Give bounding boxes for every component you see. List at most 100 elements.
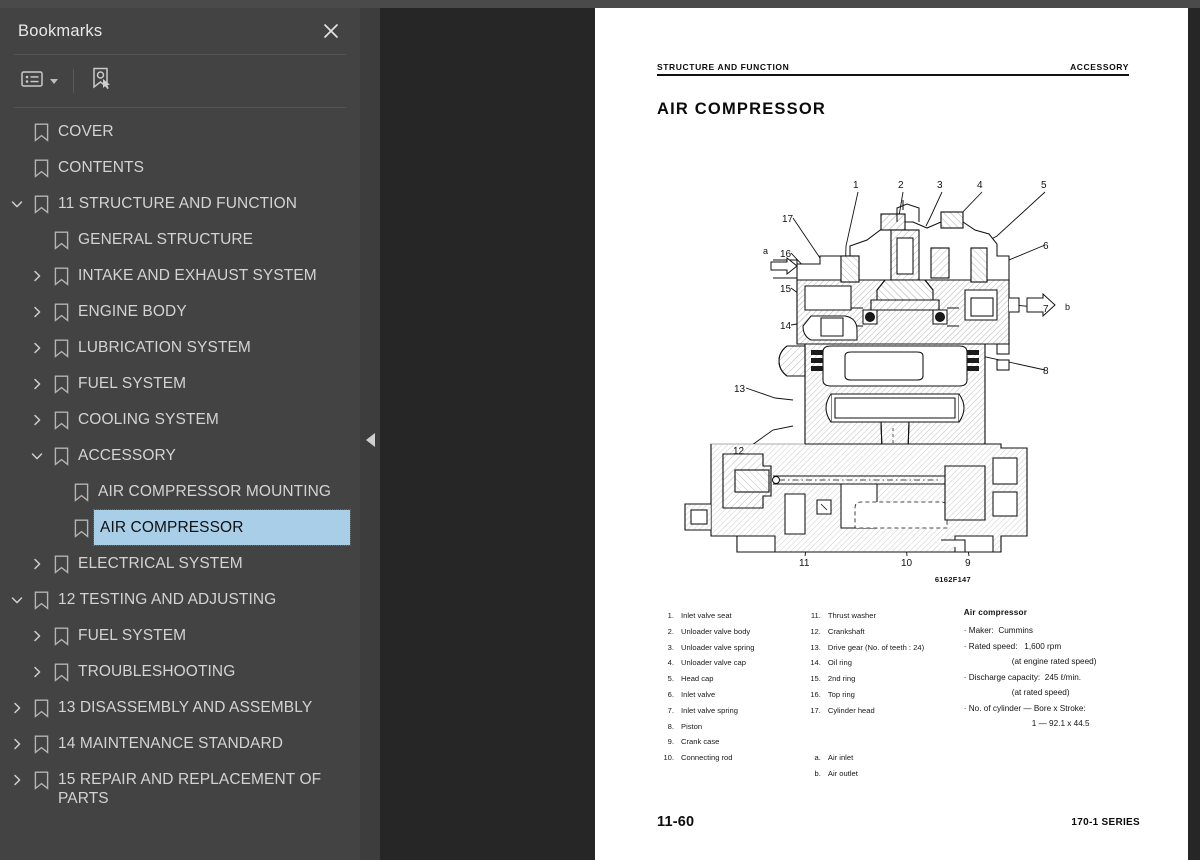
chevron-right-icon[interactable] <box>26 366 48 402</box>
bookmark-item-electrical-system[interactable]: ELECTRICAL SYSTEM <box>0 546 360 582</box>
svg-text:9: 9 <box>965 558 971 569</box>
bookmark-item-15-repair-and-replacement-of-parts[interactable]: 15 REPAIR AND REPLACEMENT OF PARTS <box>0 762 360 816</box>
bookmark-list-options-button[interactable] <box>18 67 61 96</box>
chevron-right-icon[interactable] <box>26 618 48 654</box>
legend-index: 8. <box>667 721 674 731</box>
svg-text:8: 8 <box>1043 366 1049 377</box>
bookmark-item-label: 15 REPAIR AND REPLACEMENT OF PARTS <box>58 771 322 807</box>
bookmarks-panel-title: Bookmarks <box>18 21 103 40</box>
legend-index: 9. <box>667 737 674 747</box>
bookmark-item-label: ELECTRICAL SYSTEM <box>78 555 243 572</box>
svg-text:15: 15 <box>780 284 792 295</box>
chevron-down-icon[interactable] <box>6 582 28 618</box>
document-viewer-canvas[interactable]: STRUCTURE AND FUNCTION ACCESSORY AIR COM… <box>380 8 1200 860</box>
chevron-right-icon[interactable] <box>26 402 48 438</box>
bookmark-item-cover[interactable]: COVER <box>0 114 360 150</box>
parts-legend: 1. Inlet valve seat 2. Unloader valve body 3… <box>659 608 1129 782</box>
legend-index: 10. <box>663 753 674 763</box>
legend-text: Inlet valve seat <box>681 611 732 620</box>
bookmark-list-options-icon <box>21 70 43 93</box>
bookmark-item-fuel-system[interactable]: FUEL SYSTEM <box>0 366 360 402</box>
collapse-left-triangle-icon[interactable] <box>362 425 378 455</box>
legend-row: 12. Crankshaft <box>806 624 964 640</box>
bookmarks-tree[interactable]: COVER CONTENTS 11 STRUCTURE AND FUNCTION GE… <box>0 108 360 860</box>
chevron-right-icon[interactable] <box>6 762 28 798</box>
spec-title: Air compressor <box>963 608 1028 617</box>
chevron-right-icon[interactable] <box>26 654 48 690</box>
new-bookmark-button[interactable] <box>88 64 116 99</box>
bookmark-item-label: 13 DISASSEMBLY AND ASSEMBLY <box>58 699 313 716</box>
bookmark-item-troubleshooting[interactable]: TROUBLESHOOTING <box>0 654 360 690</box>
triangle-left-glyph <box>365 433 375 447</box>
legend-row: 11. Thrust washer <box>806 608 964 624</box>
chevron-right-icon[interactable] <box>26 330 48 366</box>
bookmarks-sidebar: Bookmarks COVER CONTENTS 11 STRUCTURE AN… <box>0 8 360 860</box>
chevron-right-icon[interactable] <box>26 294 48 330</box>
svg-text:6: 6 <box>1043 241 1049 252</box>
chevron-right-icon[interactable] <box>6 726 28 762</box>
bookmark-item-label: ACCESSORY <box>78 447 176 464</box>
chevron-right-icon[interactable] <box>26 258 48 294</box>
svg-text:b: b <box>1065 302 1070 312</box>
sidebar-splitter[interactable] <box>360 8 380 860</box>
bookmark-item-14-maintenance-standard[interactable]: 14 MAINTENANCE STANDARD <box>0 726 360 762</box>
legend-text: Cylinder head <box>827 705 875 715</box>
header-section-label: STRUCTURE AND FUNCTION <box>657 62 790 72</box>
bookmark-item-label: GENERAL STRUCTURE <box>78 231 254 248</box>
spec-block: Air compressor · Maker: Cummins · Rated s… <box>964 608 1129 732</box>
legend-row: 4. Unloader valve cap <box>659 655 806 671</box>
bookmark-icon <box>28 150 54 186</box>
bookmark-item-12-testing-and-adjusting[interactable]: 12 TESTING AND ADJUSTING <box>0 582 360 618</box>
bookmark-item-cooling-system[interactable]: COOLING SYSTEM <box>0 402 360 438</box>
legend-index: 17. <box>810 705 821 715</box>
bookmark-item-label: CONTENTS <box>58 159 145 176</box>
legend-index: 4. <box>667 658 674 668</box>
bookmarks-panel-header: Bookmarks <box>0 8 360 54</box>
bookmark-item-fuel-system[interactable]: FUEL SYSTEM <box>0 618 360 654</box>
bookmark-icon <box>48 402 74 438</box>
bookmark-item-accessory[interactable]: ACCESSORY <box>0 438 360 474</box>
spec-row: (at rated speed) <box>1011 688 1070 697</box>
legend-text: Crank case <box>681 737 720 747</box>
bookmark-item-label: AIR COMPRESSOR MOUNTING <box>98 483 332 500</box>
bookmark-icon <box>48 546 74 582</box>
spec-row: · No. of cylinder — Bore x Stroke: <box>963 703 1086 713</box>
bookmark-item-13-disassembly-and-assembly[interactable]: 13 DISASSEMBLY AND ASSEMBLY <box>0 690 360 726</box>
header-subsection-label: ACCESSORY <box>1070 62 1129 72</box>
series-label: 170-1 SERIES <box>1071 817 1140 828</box>
chevron-right-icon[interactable] <box>26 546 48 582</box>
chevron-down-icon[interactable] <box>6 186 28 222</box>
header-rule <box>657 74 1129 76</box>
bookmark-item-contents[interactable]: CONTENTS <box>0 150 360 186</box>
legend-index: 2. <box>667 626 674 636</box>
bookmark-item-general-structure[interactable]: GENERAL STRUCTURE <box>0 222 360 258</box>
new-bookmark-icon <box>91 67 113 96</box>
legend-text: 2nd ring <box>827 674 856 684</box>
bookmark-icon <box>48 330 74 366</box>
legend-index: 3. <box>667 642 674 652</box>
legend-text: Unloader valve cap <box>681 658 747 668</box>
bookmark-item-intake-and-exhaust-system[interactable]: INTAKE AND EXHAUST SYSTEM <box>0 258 360 294</box>
legend-text: Head cap <box>681 674 714 684</box>
pdf-viewer-window: Bookmarks COVER CONTENTS 11 STRUCTURE AN… <box>0 0 1200 860</box>
legend-column-1: 1. Inlet valve seat 2. Unloader valve body 3… <box>659 608 806 766</box>
bookmark-item-air-compressor-mounting[interactable]: AIR COMPRESSOR MOUNTING <box>0 474 360 510</box>
legend-index: 13. <box>810 642 821 652</box>
bookmark-icon <box>28 690 54 726</box>
legend-row: 13. Drive gear (No. of teeth : 24) <box>806 640 964 656</box>
svg-text:11: 11 <box>799 558 810 569</box>
bookmark-item-lubrication-system[interactable]: LUBRICATION SYSTEM <box>0 330 360 366</box>
svg-text:2: 2 <box>898 180 904 191</box>
chevron-right-icon[interactable] <box>6 690 28 726</box>
svg-text:10: 10 <box>901 558 913 569</box>
bookmark-item-air-compressor[interactable]: AIR COMPRESSOR <box>0 509 360 546</box>
chevron-down-icon[interactable] <box>26 438 48 474</box>
bookmark-item-engine-body[interactable]: ENGINE BODY <box>0 294 360 330</box>
bookmark-item-11-structure-and-function[interactable]: 11 STRUCTURE AND FUNCTION <box>0 186 360 222</box>
close-icon[interactable] <box>320 20 342 42</box>
bookmark-item-label: LUBRICATION SYSTEM <box>78 339 251 356</box>
legend-row: 8. Piston <box>659 719 806 735</box>
legend-row: 10. Connecting rod <box>659 750 806 766</box>
bookmark-item-label: TROUBLESHOOTING <box>78 663 236 680</box>
